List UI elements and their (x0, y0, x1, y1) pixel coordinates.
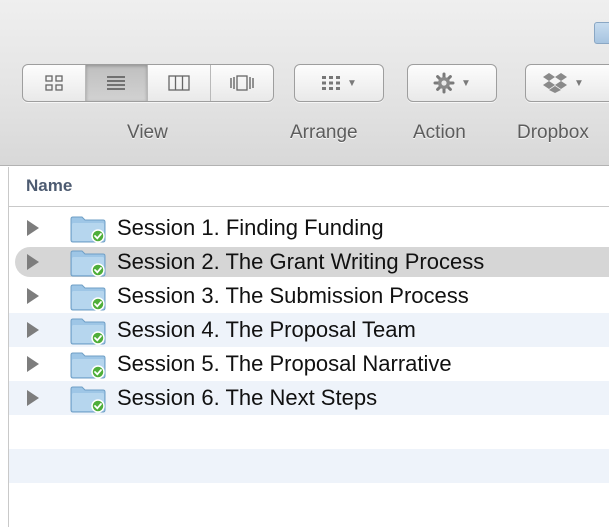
file-list: Name Session 1. Finding Funding Session 2… (0, 167, 609, 527)
arrange-icon (322, 76, 341, 90)
list-item-label: Session 5. The Proposal Narrative (117, 351, 452, 376)
chevron-down-icon: ▼ (347, 77, 357, 89)
dropbox-icon (543, 73, 567, 93)
dropbox-group: ▼ Dropbox (517, 64, 609, 156)
list-item[interactable]: Session 1. Finding Funding (9, 211, 609, 245)
disclosure-triangle-icon[interactable] (27, 322, 39, 338)
title-folder-icon (594, 22, 609, 44)
list-view-icon (107, 76, 126, 90)
list-item[interactable]: Session 5. The Proposal Narrative (9, 347, 609, 381)
empty-row (9, 415, 609, 449)
file-rows: Session 1. Finding Funding Session 2. The… (9, 211, 609, 483)
dropbox-button[interactable]: ▼ (525, 64, 609, 102)
action-button[interactable]: ▼ (407, 64, 497, 102)
column-view-button[interactable] (148, 65, 211, 101)
disclosure-triangle-icon[interactable] (27, 288, 39, 304)
name-column-header[interactable]: Name (9, 167, 609, 207)
gear-icon (433, 72, 455, 94)
list-item-label: Session 2. The Grant Writing Process (117, 249, 485, 274)
cover-flow-button[interactable] (211, 65, 274, 101)
list-view-button[interactable] (85, 65, 148, 101)
synced-folder-icon (70, 216, 106, 243)
column-view-icon (168, 75, 190, 91)
synced-folder-icon (70, 318, 106, 345)
icon-view-button[interactable] (23, 65, 86, 101)
list-item[interactable]: Session 4. The Proposal Team (9, 313, 609, 347)
list-item[interactable]: Session 2. The Grant Writing Process (9, 245, 609, 279)
action-label: Action (413, 122, 466, 143)
view-label: View (127, 122, 168, 143)
arrange-group: ▼ Arrange (290, 64, 384, 156)
icon-view-icon (45, 75, 63, 91)
disclosure-triangle-icon[interactable] (27, 220, 39, 236)
arrange-label: Arrange (290, 122, 358, 143)
name-column-label: Name (26, 176, 73, 195)
synced-folder-icon (70, 386, 106, 413)
list-item-label: Session 4. The Proposal Team (117, 317, 416, 342)
list-item[interactable]: Session 3. The Submission Process (9, 279, 609, 313)
list-item[interactable]: Session 6. The Next Steps (9, 381, 609, 415)
chevron-down-icon: ▼ (574, 77, 584, 89)
finder-toolbar: View ▼ Arrange ▼ Action ▼ Dropbox (0, 0, 609, 166)
disclosure-triangle-icon[interactable] (27, 356, 39, 372)
arrange-button[interactable]: ▼ (294, 64, 384, 102)
empty-row (9, 449, 609, 483)
synced-folder-icon (70, 352, 106, 379)
disclosure-triangle-icon[interactable] (27, 390, 39, 406)
dropbox-label: Dropbox (517, 122, 589, 143)
list-item-label: Session 1. Finding Funding (117, 215, 384, 240)
cover-flow-icon (230, 75, 254, 91)
action-group: ▼ Action (407, 64, 497, 156)
view-group: View (22, 64, 274, 156)
synced-folder-icon (70, 250, 106, 277)
synced-folder-icon (70, 284, 106, 311)
disclosure-triangle-icon[interactable] (27, 254, 39, 270)
chevron-down-icon: ▼ (461, 77, 471, 89)
list-item-label: Session 3. The Submission Process (117, 283, 469, 308)
list-item-label: Session 6. The Next Steps (117, 385, 378, 410)
view-segmented-control (22, 64, 274, 102)
